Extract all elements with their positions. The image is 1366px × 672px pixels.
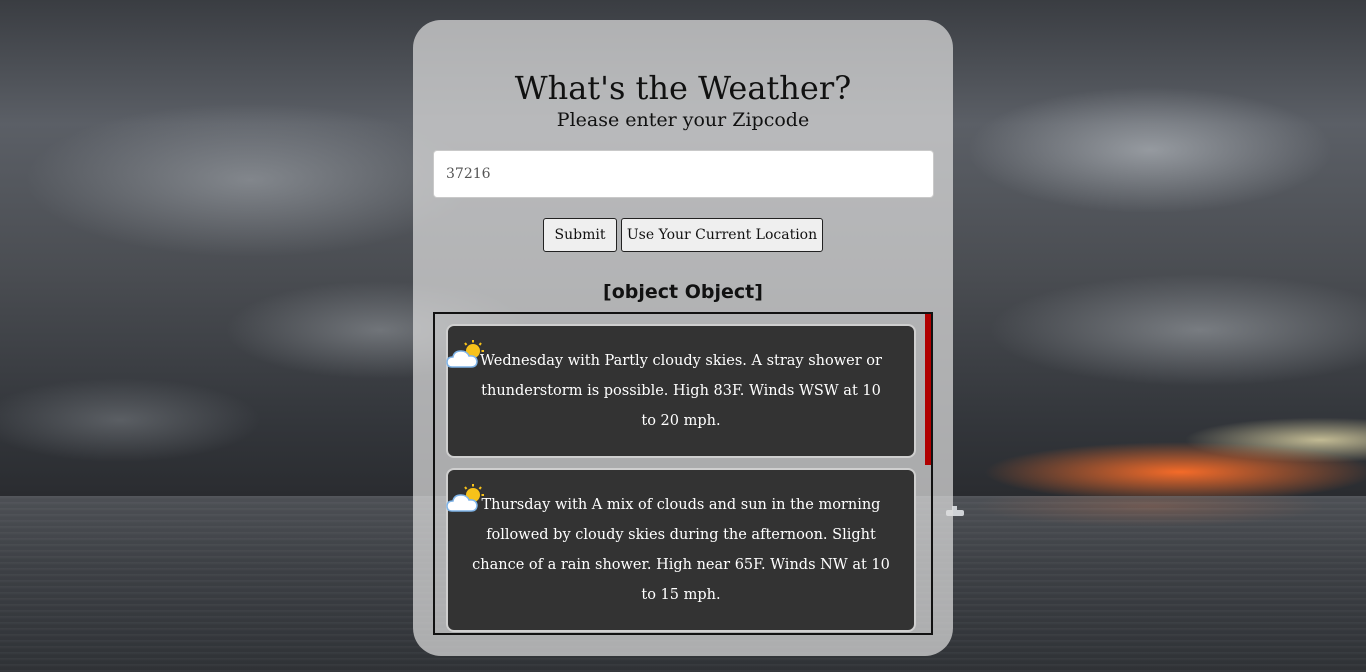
weather-card: What's the Weather? Please enter your Zi… (413, 20, 953, 656)
scrollbar[interactable] (925, 314, 931, 633)
zipcode-prompt: Please enter your Zipcode (556, 109, 810, 131)
use-current-location-button[interactable]: Use Your Current Location (621, 218, 823, 252)
page-title: What's the Weather? (514, 69, 852, 107)
forecast-text: Wednesday with Partly cloudy skies. A st… (480, 353, 882, 429)
forecast-text: Thursday with A mix of clouds and sun in… (472, 497, 890, 603)
scrollbar-thumb[interactable] (925, 314, 931, 465)
partly-cloudy-icon (446, 340, 484, 368)
forecast-list[interactable]: Wednesday with Partly cloudy skies. A st… (433, 312, 933, 635)
forecast-item: Wednesday with Partly cloudy skies. A st… (446, 324, 916, 458)
result-heading: [object Object] (603, 281, 763, 303)
forecast-item: Thursday with A mix of clouds and sun in… (446, 468, 916, 632)
submit-button[interactable]: Submit (543, 218, 617, 252)
zipcode-input[interactable] (433, 150, 934, 198)
partly-cloudy-icon (446, 484, 484, 512)
